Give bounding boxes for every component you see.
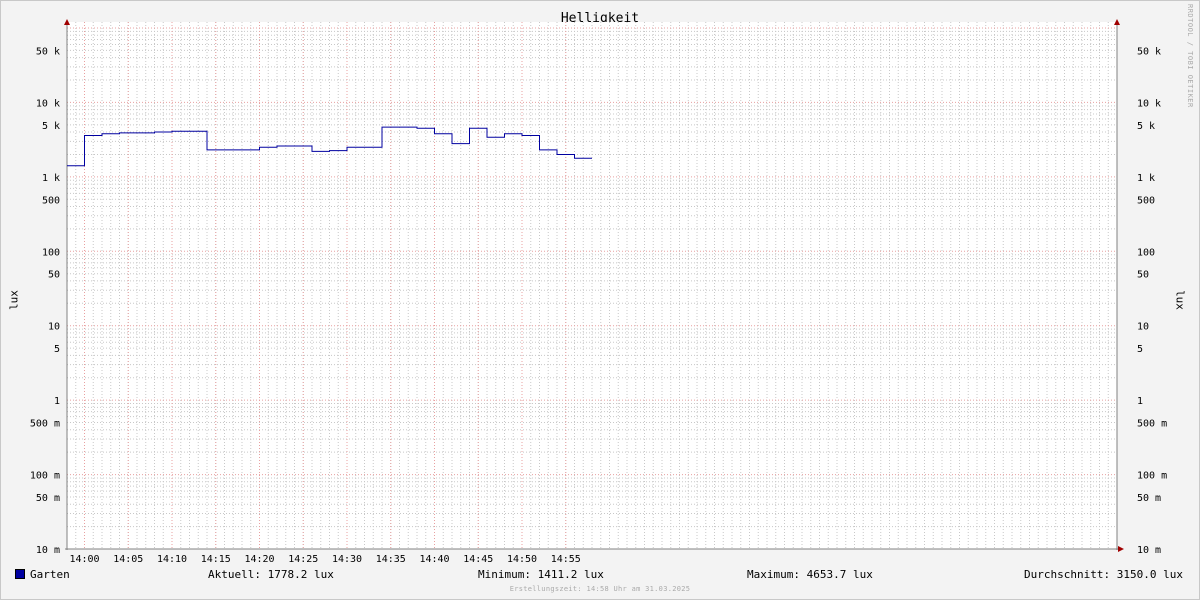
y-tick-label-right: 50 k [1137, 46, 1161, 57]
y-tick-label-left: 500 m [30, 419, 60, 430]
y-tick-label-right: 50 m [1137, 493, 1161, 504]
x-tick-label: 14:15 [201, 554, 231, 565]
y-tick-label-right: 1 k [1137, 173, 1155, 184]
y-tick-label-left: 500 [42, 195, 60, 206]
plot-area: 50 k 50 k 10 k 10 k 5 k 5 k 1 k 1 k 500 500 100 100… [30, 19, 1167, 565]
x-tick-label: 14:30 [332, 554, 362, 565]
legend-average: Durchschnitt: 3150.0 lux [1024, 568, 1183, 581]
y-tick-label-right: 100 [1137, 247, 1155, 258]
y-tick-label-left: 50 k [36, 46, 60, 57]
x-tick-label: 14:45 [463, 554, 493, 565]
y-tick-label-left: 10 m [36, 545, 60, 556]
legend-series-name: Garten [30, 568, 70, 581]
x-axis-arrow [1118, 546, 1124, 552]
legend-swatch-garten [15, 569, 25, 579]
y-tick-label-left: 10 k [36, 98, 60, 109]
x-tick-label: 14:10 [157, 554, 187, 565]
y-tick-label-left: 1 k [42, 173, 60, 184]
y-tick-label-left: 100 m [30, 471, 60, 482]
creation-time-footer: Erstellungszeit: 14:58 Uhr am 31.03.2025 [509, 585, 691, 593]
y-tick-label-left: 5 k [42, 121, 60, 132]
y-tick-label-right: 100 m [1137, 471, 1167, 482]
y-tick-label-left: 5 [54, 344, 60, 355]
y-tick-label-right: 5 k [1137, 121, 1155, 132]
y-tick-label-left: 10 [48, 322, 60, 333]
x-tick-label: 14:20 [244, 554, 274, 565]
y-tick-label-left: 50 [48, 270, 60, 281]
y-tick-label-right: 500 [1137, 195, 1155, 206]
y-tick-label-right: 10 [1137, 322, 1149, 333]
x-tick-label: 14:05 [113, 554, 143, 565]
x-tick-label: 14:40 [419, 554, 449, 565]
y-tick-label-left: 1 [54, 396, 60, 407]
y-tick-label-right: 10 k [1137, 98, 1161, 109]
legend-maximum: Maximum: 4653.7 lux [747, 568, 873, 581]
y-tick-label-left: 100 [42, 247, 60, 258]
y-tick-label-right: 500 m [1137, 419, 1167, 430]
x-tick-label: 14:50 [507, 554, 537, 565]
x-tick-label: 14:00 [69, 554, 99, 565]
y-tick-label-left: 50 m [36, 493, 60, 504]
y-tick-label-right: 50 [1137, 270, 1149, 281]
y-tick-label-right: 5 [1137, 344, 1143, 355]
legend: Garten Aktuell: 1778.2 lux Minimum: 1411… [0, 568, 1200, 584]
y-tick-label-right: 10 m [1137, 545, 1161, 556]
legend-minimum: Minimum: 1411.2 lux [478, 568, 604, 581]
x-tick-label: 14:25 [288, 554, 318, 565]
y-tick-label-right: 1 [1137, 396, 1143, 407]
legend-current: Aktuell: 1778.2 lux [208, 568, 334, 581]
x-tick-label: 14:55 [551, 554, 581, 565]
x-tick-label: 14:35 [376, 554, 406, 565]
